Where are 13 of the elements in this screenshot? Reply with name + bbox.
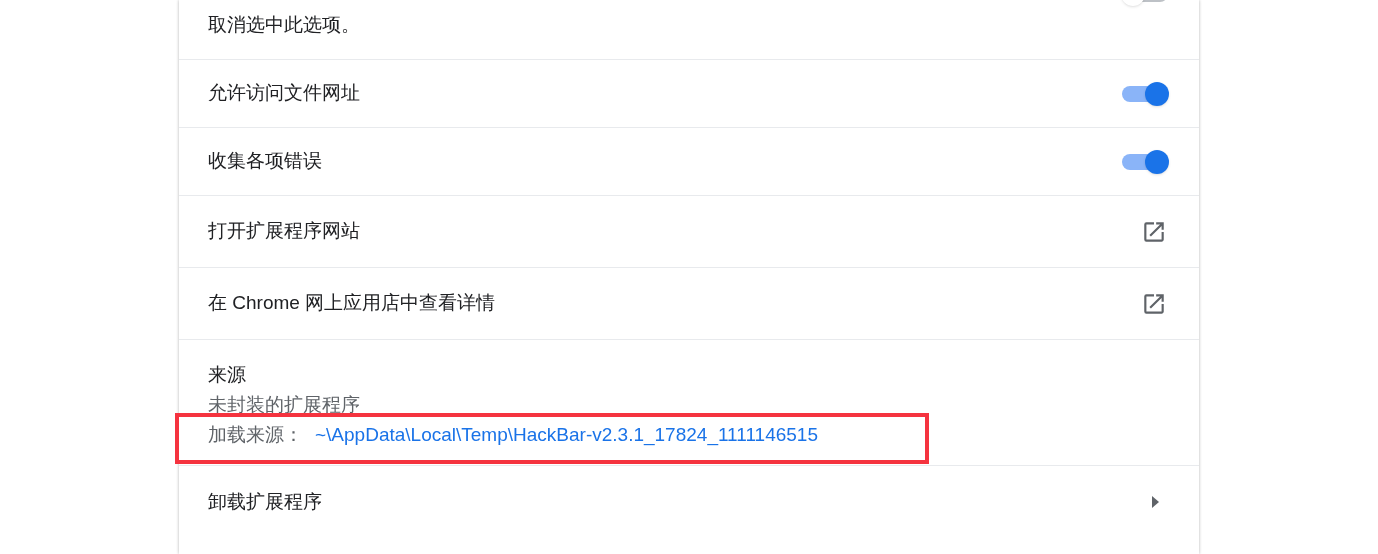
- toggle-switch[interactable]: [1121, 81, 1169, 106]
- toggle-switch[interactable]: [1121, 149, 1169, 174]
- link-row[interactable]: 打开扩展程序网站: [179, 196, 1199, 268]
- link-row[interactable]: 在 Chrome 网上应用店中查看详情: [179, 268, 1199, 340]
- uninstall-row[interactable]: 卸载扩展程序: [179, 466, 1199, 538]
- load-label: 加载来源：: [208, 423, 303, 447]
- source-type: 未封装的扩展程序: [208, 393, 361, 417]
- setting-label: 取消选中此选项。: [208, 12, 360, 37]
- load-path-link[interactable]: ~\AppData\Local\Temp\HackBar-v2.3.1_17824_1111146515: [315, 420, 818, 450]
- caret-icon: [1152, 496, 1159, 508]
- setting-label: 收集各项错误: [208, 149, 322, 174]
- section-title: 来源: [208, 363, 247, 387]
- setting-label: 允许访问文件网址: [208, 81, 360, 106]
